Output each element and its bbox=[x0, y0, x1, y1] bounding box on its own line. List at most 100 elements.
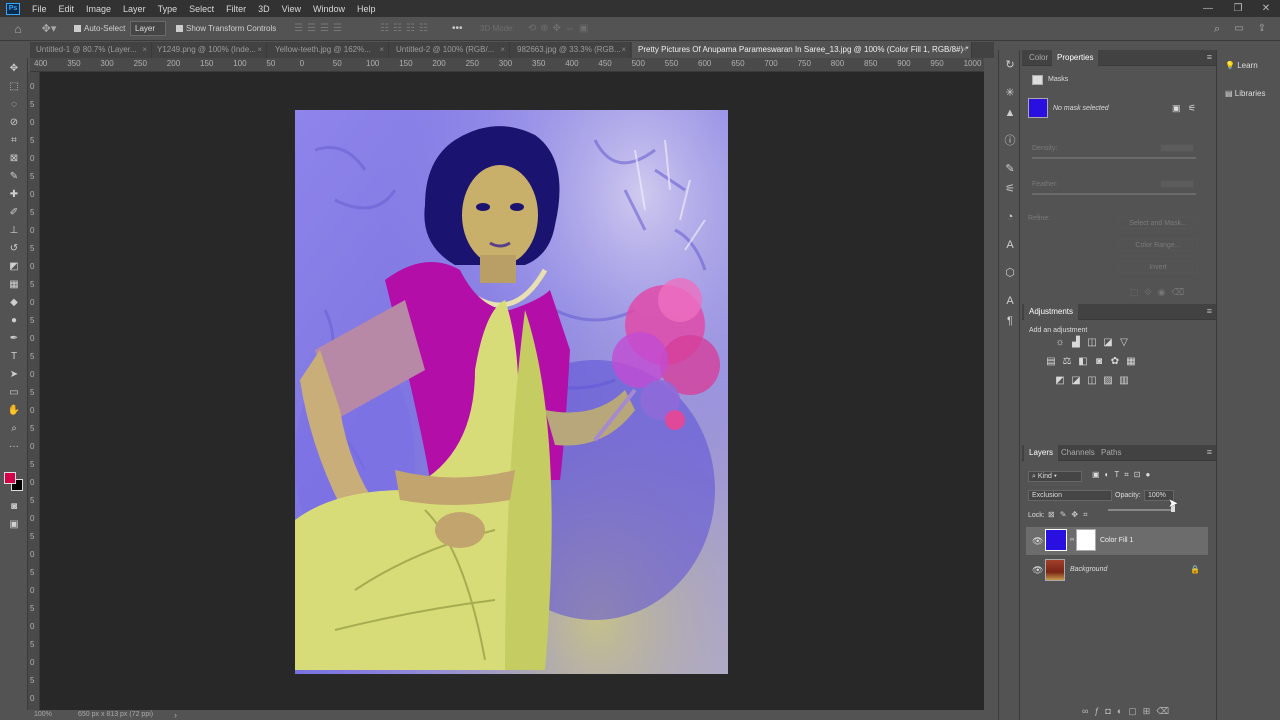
menu-edit[interactable]: Edit bbox=[53, 4, 81, 14]
menu-file[interactable]: File bbox=[26, 4, 53, 14]
tab-active-document[interactable]: Pretty Pictures Of Anupama Parameswaran … bbox=[632, 42, 972, 58]
curves-icon[interactable]: ◫ bbox=[1087, 338, 1097, 348]
menu-select[interactable]: Select bbox=[183, 4, 220, 14]
link-icon[interactable]: ∞ bbox=[1070, 537, 1074, 543]
crop-tool-icon[interactable]: ⌗ bbox=[6, 134, 22, 148]
document-image[interactable] bbox=[295, 110, 728, 674]
distribute-icons[interactable]: ☷☷☷☷ bbox=[366, 22, 446, 36]
menu-image[interactable]: Image bbox=[80, 4, 117, 14]
feather-slider[interactable] bbox=[1032, 193, 1196, 195]
glyphs-icon[interactable]: A bbox=[1003, 238, 1017, 252]
layer-name[interactable]: Background bbox=[1070, 566, 1107, 573]
background-thumbnail[interactable] bbox=[1045, 559, 1065, 581]
brushes-icon[interactable]: ✎ bbox=[1003, 162, 1017, 176]
styles-icon[interactable]: ◔ bbox=[1003, 210, 1017, 224]
more-options-button[interactable]: ••• bbox=[452, 22, 463, 36]
auto-select-target-dropdown[interactable]: Layer bbox=[130, 21, 166, 36]
gradient-map-icon[interactable]: ▥ bbox=[1119, 376, 1129, 386]
search-icon[interactable]: ⌕ bbox=[1210, 22, 1224, 36]
close-icon[interactable]: × bbox=[257, 42, 262, 58]
close-icon[interactable]: × bbox=[379, 42, 384, 58]
menu-type[interactable]: Type bbox=[152, 4, 184, 14]
menu-window[interactable]: Window bbox=[307, 4, 351, 14]
close-icon[interactable]: × bbox=[962, 42, 967, 58]
layer-filter-icons[interactable]: ▣◐T⌗⊡● bbox=[1092, 470, 1155, 480]
clone-stamp-icon[interactable]: ⊥ bbox=[6, 224, 22, 238]
tab-y1249[interactable]: Y1249.png @ 100% (Inde... × bbox=[151, 42, 267, 58]
select-and-mask-button[interactable]: Select and Mask... bbox=[1118, 217, 1198, 229]
add-vector-mask-icon[interactable]: ⚟ bbox=[1188, 103, 1196, 114]
minimize-button[interactable]: — bbox=[1196, 0, 1220, 17]
quick-select-tool-icon[interactable]: ⊘ bbox=[6, 116, 22, 130]
home-icon[interactable]: ⌂ bbox=[10, 22, 26, 36]
history-icon[interactable]: ↻ bbox=[1003, 58, 1017, 72]
layer-fill-thumbnail[interactable] bbox=[1045, 529, 1067, 551]
lock-icons[interactable]: ⊠✎✥⌗ bbox=[1048, 510, 1093, 520]
feather-field[interactable] bbox=[1160, 180, 1194, 188]
vibrance-icon[interactable]: ▽ bbox=[1119, 338, 1129, 348]
tab-properties[interactable]: Properties bbox=[1052, 50, 1099, 66]
history-brush-icon[interactable]: ↺ bbox=[6, 242, 22, 256]
filter-kind-dropdown[interactable]: ⌕ Kind ▾ bbox=[1028, 471, 1082, 482]
photo-filter-icon[interactable]: ◙ bbox=[1094, 357, 1104, 367]
gradient-tool-icon[interactable]: ▦ bbox=[6, 278, 22, 292]
marquee-tool-icon[interactable]: ⬚ bbox=[6, 80, 22, 94]
brightness-icon[interactable]: ☼ bbox=[1055, 338, 1065, 348]
selective-color-icon[interactable]: ▨ bbox=[1103, 376, 1113, 386]
panel-menu-icon[interactable]: ≡ bbox=[1207, 306, 1212, 316]
color-balance-icon[interactable]: ⚖ bbox=[1062, 357, 1072, 367]
move-tool-icon[interactable]: ✥▾ bbox=[38, 22, 60, 36]
close-button[interactable]: ✕ bbox=[1254, 0, 1278, 17]
pen-tool-icon[interactable]: ✒ bbox=[6, 332, 22, 346]
zoom-tool-icon[interactable]: ⌕ bbox=[6, 422, 22, 436]
blur-tool-icon[interactable]: ◆ bbox=[6, 296, 22, 310]
move-tool-icon[interactable]: ✥ bbox=[6, 62, 22, 76]
foreground-color-swatch[interactable] bbox=[4, 472, 16, 484]
exposure-icon[interactable]: ◪ bbox=[1103, 338, 1113, 348]
density-field[interactable] bbox=[1160, 144, 1194, 152]
invert-adjust-icon[interactable]: ◩ bbox=[1055, 376, 1065, 386]
layers-footer-icons[interactable]: ∞ƒ◘◐▢⊞⌫ bbox=[1082, 706, 1175, 717]
hand-tool-icon[interactable]: ✋ bbox=[6, 404, 22, 418]
density-slider[interactable] bbox=[1032, 157, 1196, 159]
libraries-item[interactable]: ▤ Libraries bbox=[1225, 88, 1265, 100]
visibility-eye-icon[interactable]: 👁 bbox=[1032, 565, 1043, 575]
tab-982663[interactable]: 982663.jpg @ 33.3% (RGB... × bbox=[511, 42, 631, 58]
tab-yellow-teeth[interactable]: Yellow-teeth.jpg @ 162%... × bbox=[269, 42, 389, 58]
hue-saturation-icon[interactable]: ▤ bbox=[1046, 357, 1056, 367]
show-transform-checkbox[interactable]: Show Transform Controls bbox=[176, 22, 276, 36]
eraser-tool-icon[interactable]: ◩ bbox=[6, 260, 22, 274]
layer-name[interactable]: Color Fill 1 bbox=[1100, 537, 1133, 544]
opacity-slider[interactable] bbox=[1108, 509, 1174, 511]
color-range-button[interactable]: Color Range... bbox=[1118, 239, 1198, 251]
threshold-icon[interactable]: ◫ bbox=[1087, 376, 1097, 386]
restore-button[interactable]: ❐ bbox=[1226, 0, 1250, 17]
close-icon[interactable]: × bbox=[142, 42, 147, 58]
dodge-tool-icon[interactable]: ● bbox=[6, 314, 22, 328]
mask-footer-icons[interactable]: ⬚⟐◉⌫ bbox=[1130, 287, 1190, 298]
tab-paths[interactable]: Paths bbox=[1096, 445, 1126, 461]
paragraph-icon[interactable]: ¶ bbox=[1003, 314, 1017, 328]
black-white-icon[interactable]: ◧ bbox=[1078, 357, 1088, 367]
more-tools-icon[interactable]: ··· bbox=[6, 440, 22, 454]
auto-select-checkbox[interactable]: Auto-Select bbox=[74, 22, 125, 36]
eyedropper-tool-icon[interactable]: ✎ bbox=[6, 170, 22, 184]
menu-filter[interactable]: Filter bbox=[220, 4, 252, 14]
blend-mode-dropdown[interactable]: Exclusion bbox=[1028, 490, 1112, 501]
3d-icon[interactable]: ⬡ bbox=[1003, 266, 1017, 280]
learn-item[interactable]: 💡 Learn bbox=[1225, 60, 1258, 72]
posterize-icon[interactable]: ◪ bbox=[1071, 376, 1081, 386]
align-icons[interactable]: ☰☰☰☰ bbox=[280, 22, 360, 36]
3d-mode-icons[interactable]: ⟲⊕✥⇔▣ bbox=[520, 22, 600, 36]
histogram-icon[interactable]: ▲ bbox=[1003, 106, 1017, 120]
menu-3d[interactable]: 3D bbox=[252, 4, 276, 14]
properties-icon[interactable]: ⚟ bbox=[1003, 182, 1017, 196]
rectangle-tool-icon[interactable]: ▭ bbox=[6, 386, 22, 400]
color-lookup-icon[interactable]: ▦ bbox=[1126, 357, 1136, 367]
tab-color[interactable]: Color bbox=[1024, 50, 1053, 66]
layer-row-color-fill[interactable]: 👁 ∞ Color Fill 1 bbox=[1026, 527, 1208, 555]
character-icon[interactable]: A bbox=[1003, 294, 1017, 308]
layer-row-background[interactable]: 👁 Background 🔒 bbox=[1026, 556, 1208, 584]
healing-brush-icon[interactable]: ✚ bbox=[6, 188, 22, 202]
panel-menu-icon[interactable]: ≡ bbox=[1207, 447, 1212, 457]
